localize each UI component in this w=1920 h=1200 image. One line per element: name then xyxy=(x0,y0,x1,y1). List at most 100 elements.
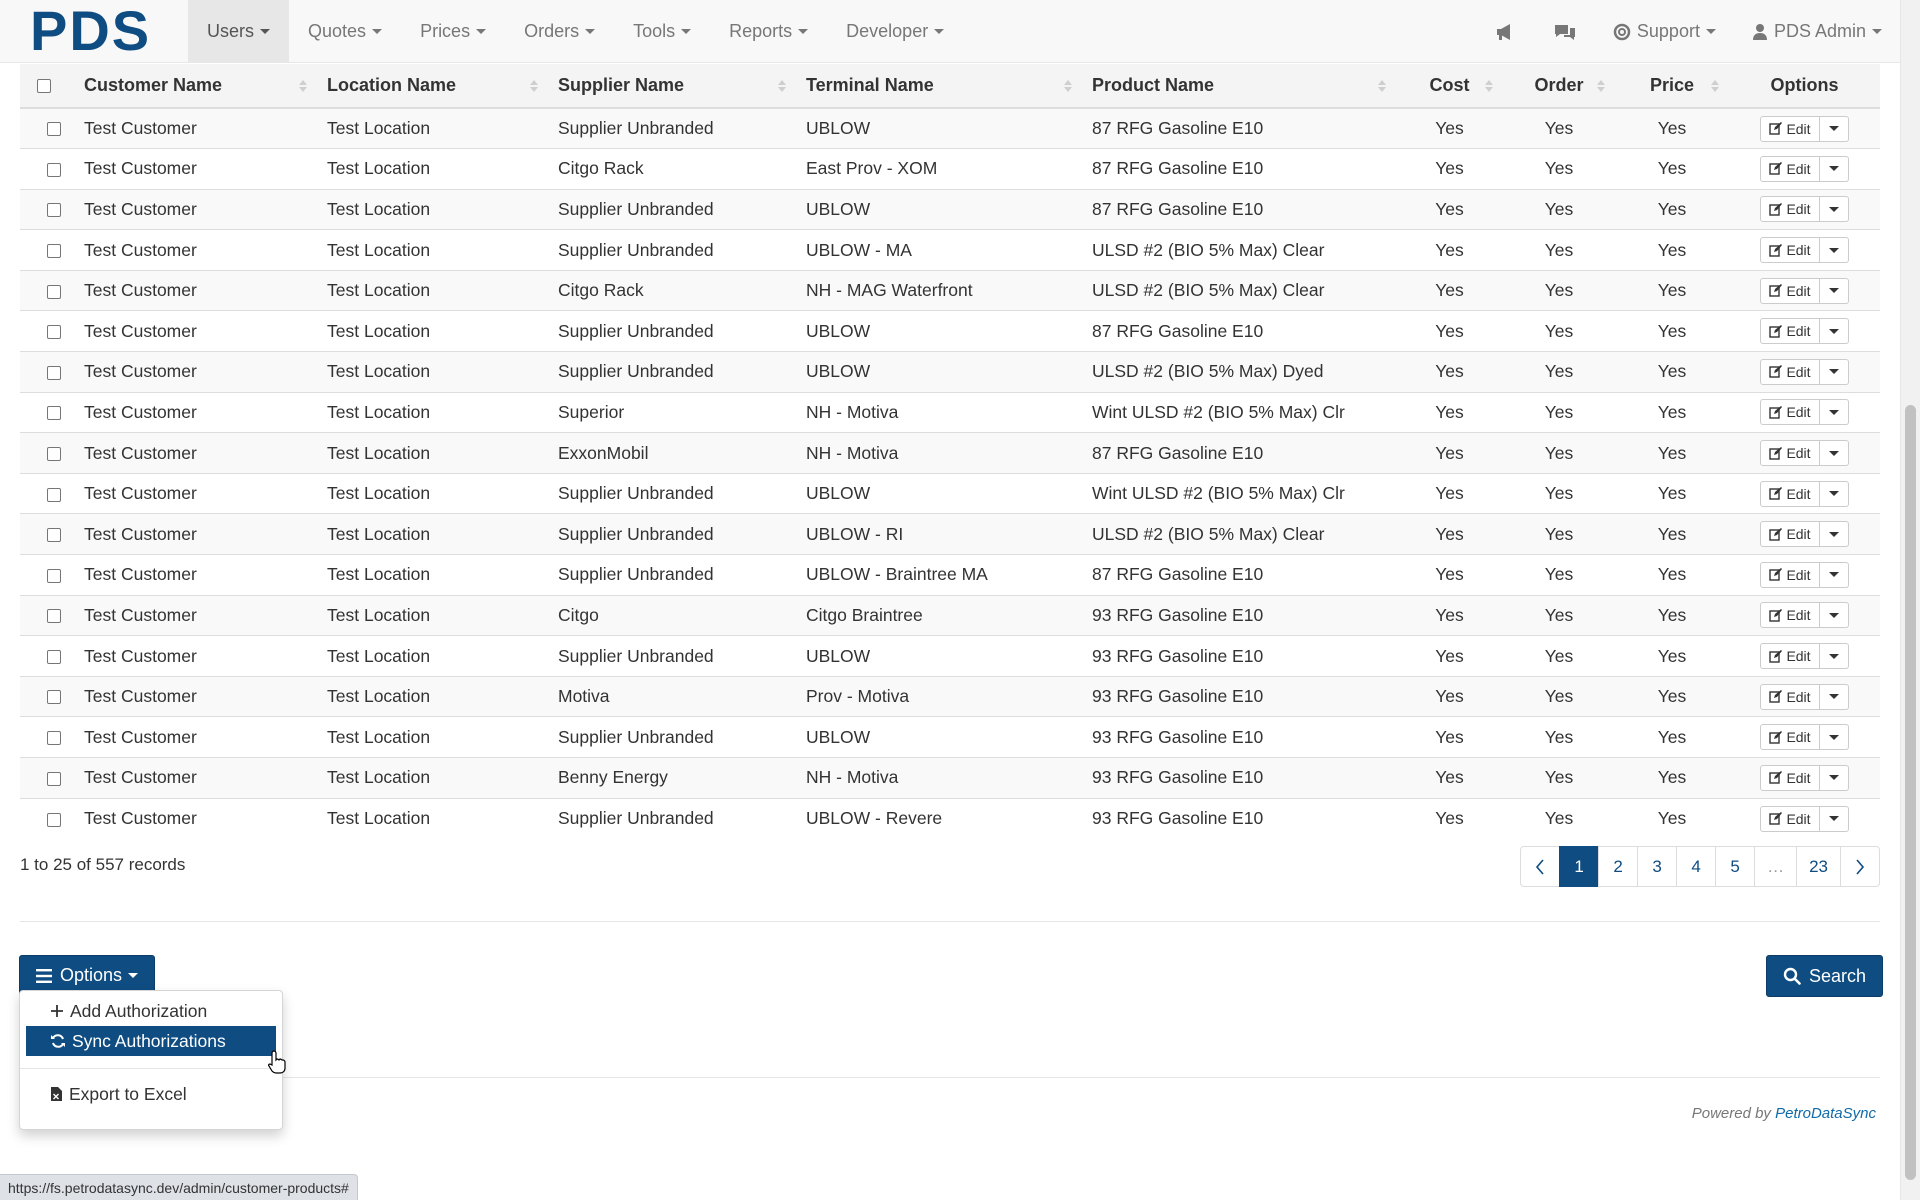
comments-icon[interactable] xyxy=(1535,0,1595,63)
row-checkbox[interactable] xyxy=(47,771,61,786)
edit-button[interactable]: Edit xyxy=(1760,399,1820,426)
row-checkbox[interactable] xyxy=(47,649,61,664)
row-actions-dropdown-toggle[interactable] xyxy=(1819,399,1849,426)
col-order[interactable]: Order xyxy=(1503,64,1615,109)
edit-button[interactable]: Edit xyxy=(1760,480,1820,507)
nav-tools[interactable]: Tools xyxy=(614,0,710,63)
row-actions-dropdown-toggle[interactable] xyxy=(1819,155,1849,182)
nav-orders[interactable]: Orders xyxy=(505,0,614,63)
brand-logo[interactable]: PDS xyxy=(30,2,151,60)
nav-user-menu[interactable]: PDS Admin xyxy=(1734,0,1900,63)
page-5[interactable]: 5 xyxy=(1715,846,1756,887)
row-actions-dropdown-toggle[interactable] xyxy=(1819,643,1849,670)
row-checkbox[interactable] xyxy=(47,446,61,461)
page-2[interactable]: 2 xyxy=(1598,846,1639,887)
edit-button[interactable]: Edit xyxy=(1760,155,1820,182)
cell-order: Yes xyxy=(1503,635,1615,677)
cell-supplier-name: ExxonMobil xyxy=(548,432,796,474)
edit-button[interactable]: Edit xyxy=(1760,724,1820,751)
col-product-name[interactable]: Product Name xyxy=(1082,64,1396,109)
pagination-prev[interactable] xyxy=(1520,846,1561,887)
row-checkbox[interactable] xyxy=(47,284,61,299)
nav-prices[interactable]: Prices xyxy=(401,0,505,63)
row-actions-dropdown-toggle[interactable] xyxy=(1819,318,1849,345)
nav-reports[interactable]: Reports xyxy=(710,0,827,63)
edit-button[interactable]: Edit xyxy=(1760,561,1820,588)
col-terminal-name[interactable]: Terminal Name xyxy=(796,64,1082,109)
row-checkbox[interactable] xyxy=(47,528,61,543)
nav-quotes[interactable]: Quotes xyxy=(289,0,401,63)
bullhorn-icon[interactable] xyxy=(1475,0,1535,63)
page-23[interactable]: 23 xyxy=(1796,846,1841,887)
edit-button[interactable]: Edit xyxy=(1760,805,1820,832)
col-location-name[interactable]: Location Name xyxy=(317,64,548,109)
edit-button[interactable]: Edit xyxy=(1760,237,1820,264)
row-checkbox[interactable] xyxy=(47,812,61,827)
row-checkbox[interactable] xyxy=(47,690,61,705)
row-checkbox[interactable] xyxy=(47,243,61,258)
row-checkbox[interactable] xyxy=(47,406,61,421)
edit-button[interactable]: Edit xyxy=(1760,602,1820,629)
nav-right: Support PDS Admin xyxy=(1475,0,1900,63)
row-actions-dropdown-toggle[interactable] xyxy=(1819,237,1849,264)
menu-sync-authorizations[interactable]: Sync Authorizations xyxy=(26,1026,276,1056)
edit-button[interactable]: Edit xyxy=(1760,318,1820,345)
edit-button-label: Edit xyxy=(1786,810,1811,827)
page-3[interactable]: 3 xyxy=(1637,846,1678,887)
row-actions-dropdown-toggle[interactable] xyxy=(1819,440,1849,467)
row-checkbox[interactable] xyxy=(47,162,61,177)
search-button[interactable]: Search xyxy=(1766,955,1884,997)
edit-button[interactable]: Edit xyxy=(1760,358,1820,385)
petrodatasync-link[interactable]: PetroDataSync xyxy=(1775,1105,1876,1122)
edit-button[interactable]: Edit xyxy=(1760,683,1820,710)
col-options-label: Options xyxy=(1770,75,1839,95)
row-checkbox[interactable] xyxy=(47,568,61,583)
page-1[interactable]: 1 xyxy=(1559,846,1600,887)
col-customer-name[interactable]: Customer Name xyxy=(74,64,317,109)
row-select-cell xyxy=(20,757,74,799)
scrollbar-thumb[interactable] xyxy=(1905,405,1916,1180)
pagination: 1 2 3 4 5 … 23 xyxy=(1520,846,1880,887)
nav-support[interactable]: Support xyxy=(1595,0,1734,63)
col-cost[interactable]: Cost xyxy=(1396,64,1503,109)
menu-export-excel[interactable]: Export to Excel xyxy=(20,1079,282,1109)
nav-users[interactable]: Users xyxy=(188,0,290,63)
page-4[interactable]: 4 xyxy=(1676,846,1717,887)
row-checkbox[interactable] xyxy=(47,609,61,624)
row-actions-dropdown-toggle[interactable] xyxy=(1819,358,1849,385)
cell-customer-name: Test Customer xyxy=(74,757,317,799)
select-all-checkbox[interactable] xyxy=(37,79,51,94)
row-checkbox[interactable] xyxy=(47,325,61,340)
row-actions-dropdown-toggle[interactable] xyxy=(1819,805,1849,832)
nav-developer[interactable]: Developer xyxy=(827,0,963,63)
row-checkbox[interactable] xyxy=(47,203,61,218)
menu-add-authorization[interactable]: Add Authorization xyxy=(20,996,282,1026)
row-actions-dropdown-toggle[interactable] xyxy=(1819,521,1849,548)
row-checkbox[interactable] xyxy=(47,731,61,746)
edit-button[interactable]: Edit xyxy=(1760,521,1820,548)
row-checkbox[interactable] xyxy=(47,122,61,137)
row-checkbox[interactable] xyxy=(47,487,61,502)
edit-button[interactable]: Edit xyxy=(1760,440,1820,467)
row-checkbox[interactable] xyxy=(47,365,61,380)
col-price[interactable]: Price xyxy=(1615,64,1729,109)
row-actions-dropdown-toggle[interactable] xyxy=(1819,480,1849,507)
chevron-down-icon xyxy=(1828,491,1839,497)
edit-button[interactable]: Edit xyxy=(1760,115,1820,142)
row-actions-dropdown-toggle[interactable] xyxy=(1819,561,1849,588)
vertical-scrollbar[interactable] xyxy=(1900,0,1920,1200)
edit-button[interactable]: Edit xyxy=(1760,277,1820,304)
edit-button[interactable]: Edit xyxy=(1760,643,1820,670)
row-actions-dropdown-toggle[interactable] xyxy=(1819,196,1849,223)
table-body: Test Customer Test Location Supplier Unb… xyxy=(20,107,1880,839)
row-actions-dropdown-toggle[interactable] xyxy=(1819,764,1849,791)
pagination-next[interactable] xyxy=(1840,846,1880,887)
row-actions-dropdown-toggle[interactable] xyxy=(1819,115,1849,142)
row-actions-dropdown-toggle[interactable] xyxy=(1819,602,1849,629)
row-actions-dropdown-toggle[interactable] xyxy=(1819,277,1849,304)
edit-button[interactable]: Edit xyxy=(1760,196,1820,223)
edit-button[interactable]: Edit xyxy=(1760,764,1820,791)
row-actions-dropdown-toggle[interactable] xyxy=(1819,683,1849,710)
col-supplier-name[interactable]: Supplier Name xyxy=(548,64,796,109)
row-actions-dropdown-toggle[interactable] xyxy=(1819,724,1849,751)
